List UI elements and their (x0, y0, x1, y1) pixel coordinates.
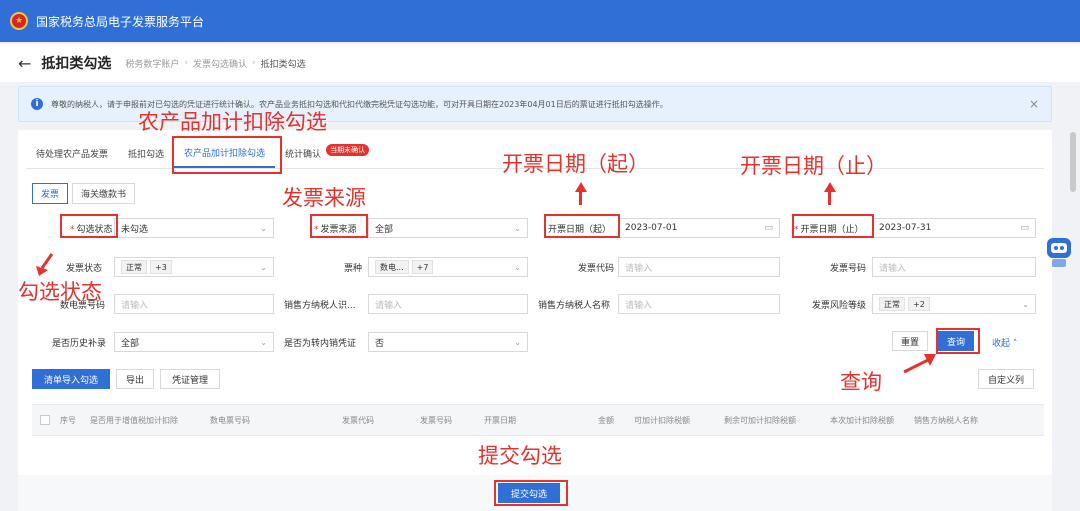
invoice-status-label: 发票状态 (66, 264, 103, 274)
import-select-button[interactable]: 清单导入勾选 (32, 369, 110, 389)
breadcrumb-separator: › (252, 58, 256, 68)
date-start-label: 开票日期（起） (548, 225, 612, 235)
invoice-status-select[interactable]: 正常 +3 ⌄ (114, 257, 274, 277)
column-header: 剩余可加计扣除税额 (724, 416, 796, 425)
chevron-down-icon: ⌄ (514, 262, 521, 272)
subtab-bar: 发票 海关缴款书 (32, 183, 139, 204)
select-status-select[interactable]: 未勾选 ⌄ (114, 218, 274, 238)
table-header: 序号 是否用于增值税加计扣除 数电票号码 发票代码 发票号码 开票日期 金额 可… (32, 404, 1044, 436)
seller-tax-id-label: 销售方纳税人识... (284, 301, 356, 311)
breadcrumb-separator: › (184, 58, 189, 68)
invoice-source-select[interactable]: 全部 ⌄ (368, 218, 528, 238)
column-header: 开票日期 (484, 416, 516, 425)
page-header: ← 抵扣类勾选 税务数字账户 › 发票勾选确认 › 抵扣类勾选 (0, 44, 1080, 82)
column-header: 金额 (598, 416, 614, 425)
chevron-down-icon: ⌄ (260, 223, 267, 233)
chevron-down-icon: ⌄ (1022, 299, 1029, 309)
submit-select-button[interactable]: 提交勾选 (498, 483, 560, 503)
invoice-number-label: 发票号码 (830, 264, 867, 274)
annotation-date-start: 开票日期（起） (502, 152, 649, 176)
column-header: 销售方纳税人名称 (914, 416, 978, 425)
history-makeup-select[interactable]: 全部 ⌄ (114, 332, 274, 352)
tab-pending-agri[interactable]: 待处理农产品发票 (26, 138, 118, 168)
page-title: 抵扣类勾选 (41, 56, 112, 72)
chevron-down-icon: ⌄ (514, 223, 521, 233)
reset-button[interactable]: 重置 (892, 331, 928, 351)
breadcrumb-item[interactable]: 发票勾选确认 (193, 57, 247, 70)
invoice-code-label: 发票代码 (578, 264, 615, 274)
invoice-type-select[interactable]: 数电... +7 ⌄ (368, 257, 528, 277)
status-badge: 当期未确认 (326, 144, 370, 156)
domestic-transfer-select[interactable]: 否 ⌄ (368, 332, 528, 352)
column-header: 发票代码 (342, 416, 374, 425)
invoice-type-label: 票种 (344, 264, 363, 274)
top-bar: ★ 国家税务总局电子发票服务平台 (0, 0, 1080, 42)
column-header: 可加计扣除税额 (634, 416, 690, 425)
subtab-invoice[interactable]: 发票 (32, 183, 69, 204)
chevron-down-icon: ⌄ (260, 337, 267, 347)
annotation-date-end: 开票日期（止） (740, 154, 887, 178)
calendar-icon: ▭ (1020, 223, 1029, 233)
tab-statistics-confirm[interactable]: 统计确认 当期未确认 (275, 138, 370, 168)
tab-bar: 待处理农产品发票 抵扣勾选 农产品加计扣除勾选 统计确认 当期未确认 (26, 138, 370, 168)
info-icon: i (31, 98, 43, 110)
chevron-down-icon: ⌄ (260, 262, 267, 272)
column-header: 序号 (60, 416, 76, 425)
column-header: 发票号码 (420, 416, 452, 425)
custom-columns-button[interactable]: 自定义列 (978, 369, 1034, 389)
arrow-up-right-icon (903, 354, 936, 374)
history-makeup-label: 是否历史补录 (52, 339, 107, 349)
domestic-transfer-label: 是否为转内销凭证 (284, 339, 357, 349)
subtab-customs[interactable]: 海关缴款书 (72, 183, 136, 204)
select-status-label: * 勾选状态 (70, 225, 113, 235)
collapse-link[interactable]: 收起 ˄ (992, 336, 1017, 349)
assistant-robot-icon[interactable] (1044, 234, 1074, 268)
risk-level-label: 发票风险等级 (812, 301, 867, 311)
column-header: 数电票号码 (210, 416, 250, 425)
risk-level-select[interactable]: 正常 +2 ⌄ (872, 294, 1036, 314)
chevron-down-icon: ⌄ (514, 337, 521, 347)
seller-name-input[interactable]: 请输入 (618, 294, 780, 314)
date-end-picker[interactable]: 2023-07-31 ▭ (872, 218, 1036, 238)
date-start-picker[interactable]: 2023-07-01 ▭ (618, 218, 780, 238)
back-arrow-icon[interactable]: ← (18, 54, 31, 73)
arrow-shaft (579, 191, 582, 205)
column-header: 本次加计扣除税额 (830, 416, 894, 425)
calendar-icon: ▭ (764, 223, 773, 233)
date-end-label: * 开票日期（止） (794, 225, 864, 235)
export-button[interactable]: 导出 (116, 369, 154, 389)
app-title: 国家税务总局电子发票服务平台 (36, 14, 205, 29)
voucher-manage-button[interactable]: 凭证管理 (160, 369, 220, 389)
arrow-shaft (828, 191, 831, 205)
arrow-down-icon (36, 253, 54, 276)
tab-label: 统计确认 (285, 149, 322, 160)
annotation-query: 查询 (840, 370, 882, 394)
seller-name-label: 销售方纳税人名称 (538, 301, 611, 311)
breadcrumb-item[interactable]: 税务数字账户 (125, 57, 179, 70)
annotation-status: 勾选状态 (18, 280, 102, 304)
query-button[interactable]: 查询 (938, 331, 974, 351)
vertical-scrollbar[interactable] (1070, 132, 1076, 192)
invoice-number-input[interactable]: 请输入 (872, 257, 1036, 277)
invoice-source-label: * 发票来源 (314, 225, 357, 235)
annotation-source: 发票来源 (282, 186, 366, 210)
seller-tax-id-input[interactable]: 请输入 (368, 294, 528, 314)
tab-agri-extra-deduction[interactable]: 农产品加计扣除勾选 (174, 138, 276, 168)
tab-deduction-select[interactable]: 抵扣勾选 (118, 138, 174, 168)
digital-number-input[interactable]: 请输入 (114, 294, 274, 314)
select-all-checkbox[interactable] (40, 415, 50, 425)
tax-emblem-icon: ★ (10, 12, 28, 30)
chevron-up-icon: ˄ (1012, 339, 1018, 349)
column-header: 是否用于增值税加计扣除 (90, 416, 178, 425)
annotation-submit: 提交勾选 (478, 444, 562, 468)
breadcrumb-current: 抵扣类勾选 (260, 59, 306, 70)
close-icon[interactable]: × (1029, 97, 1039, 111)
annotation-tab: 农产品加计扣除勾选 (138, 110, 327, 134)
invoice-code-input[interactable]: 请输入 (618, 257, 780, 277)
